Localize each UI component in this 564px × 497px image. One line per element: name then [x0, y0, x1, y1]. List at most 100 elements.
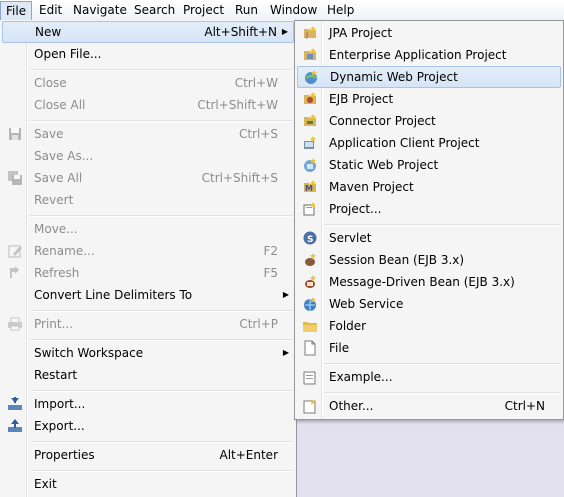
separator [30, 470, 293, 472]
menu-item-switch-workspace[interactable]: Switch Workspace ▶ [2, 342, 294, 364]
example-icon [302, 369, 318, 385]
menu-item-label: Save All [34, 171, 83, 185]
shortcut-label: Alt+Enter [219, 448, 278, 462]
menu-window[interactable]: Window [265, 0, 322, 20]
menu-item-label: Move... [34, 222, 78, 236]
menu-item-import[interactable]: Import... [2, 393, 294, 415]
project-icon [302, 201, 318, 217]
menu-run[interactable]: Run [230, 0, 263, 20]
menu-item-refresh[interactable]: Refresh F5 [2, 262, 294, 284]
export-icon [7, 418, 23, 434]
menu-item-rename[interactable]: Rename... F2 [2, 240, 294, 262]
menu-item-save-all[interactable]: Save All Ctrl+Shift+S [2, 167, 294, 189]
session-bean-icon [302, 252, 318, 268]
connector-project-icon [302, 113, 318, 129]
menu-item-label: Rename... [34, 244, 95, 258]
menu-item-restart[interactable]: Restart [2, 364, 294, 386]
submenu-item-other[interactable]: Other... Ctrl+N [297, 395, 561, 417]
menu-item-properties[interactable]: Properties Alt+Enter [2, 444, 294, 466]
menu-item-print[interactable]: Print... Ctrl+P [2, 313, 294, 335]
submenu-item-connector-project[interactable]: Connector Project [297, 110, 561, 132]
folder-icon [302, 318, 318, 334]
shortcut-label: Ctrl+Shift+S [201, 171, 278, 185]
menu-item-label: Import... [34, 397, 86, 411]
servlet-icon: S [302, 230, 318, 246]
menu-item-export[interactable]: Export... [2, 415, 294, 437]
submenu-item-jpa-project[interactable]: J JPA Project [297, 22, 561, 44]
menu-file[interactable]: File [0, 1, 33, 21]
submenu-item-application-client-project[interactable]: Application Client Project [297, 132, 561, 154]
menu-item-label: EJB Project [329, 92, 394, 106]
submenu-item-maven-project[interactable]: M Maven Project [297, 176, 561, 198]
submenu-item-project[interactable]: Project... [297, 198, 561, 220]
editor-background [296, 419, 564, 497]
menu-item-label: Web Service [329, 297, 404, 311]
dynamic-web-project-icon [303, 69, 319, 85]
menu-item-save-as[interactable]: Save As... [2, 145, 294, 167]
menu-bar: File Edit Navigate Search Project Run Wi… [0, 0, 564, 21]
shortcut-label: Ctrl+Shift+W [197, 98, 278, 112]
separator [30, 339, 293, 341]
separator [325, 363, 560, 365]
menu-navigate[interactable]: Navigate [68, 0, 132, 20]
shortcut-label: Ctrl+P [239, 317, 278, 331]
menu-item-close[interactable]: Close Ctrl+W [2, 72, 294, 94]
menu-item-label: Print... [34, 317, 74, 331]
save-icon [7, 126, 23, 142]
menu-item-open-file[interactable]: Open File... [2, 43, 294, 65]
menu-item-label: Save [34, 127, 64, 141]
separator [30, 390, 293, 392]
submenu-item-ejb-project[interactable]: EJB Project [297, 88, 561, 110]
submenu-item-message-driven-bean[interactable]: Message-Driven Bean (EJB 3.x) [297, 271, 561, 293]
menu-item-label: Close All [34, 98, 86, 112]
menu-item-label: Switch Workspace [34, 346, 144, 360]
separator [325, 392, 560, 394]
svg-text:M: M [305, 184, 313, 193]
jpa-project-icon: J [302, 25, 318, 41]
menu-item-convert-line-delimiters[interactable]: Convert Line Delimiters To ▶ [2, 284, 294, 306]
submenu-item-enterprise-application-project[interactable]: Enterprise Application Project [297, 44, 561, 66]
menu-item-move[interactable]: Move... [2, 218, 294, 240]
menu-item-label: Session Bean (EJB 3.x) [329, 253, 465, 267]
submenu-item-servlet[interactable]: S Servlet [297, 227, 561, 249]
menu-item-label: Project... [329, 202, 382, 216]
submenu-item-static-web-project[interactable]: Static Web Project [297, 154, 561, 176]
menu-item-label: Maven Project [329, 180, 414, 194]
submenu-arrow-icon: ▶ [282, 290, 289, 299]
menu-project[interactable]: Project [178, 0, 229, 20]
menu-help[interactable]: Help [322, 0, 359, 20]
menu-item-save[interactable]: Save Ctrl+S [2, 123, 294, 145]
menu-item-label: Static Web Project [329, 158, 439, 172]
submenu-item-folder[interactable]: Folder [297, 315, 561, 337]
submenu-item-dynamic-web-project[interactable]: Dynamic Web Project [297, 66, 561, 88]
submenu-item-example[interactable]: Example... [297, 366, 561, 388]
menu-item-close-all[interactable]: Close All Ctrl+Shift+W [2, 94, 294, 116]
menu-item-label: Revert [34, 193, 74, 207]
separator [30, 215, 293, 217]
submenu-item-session-bean[interactable]: Session Bean (EJB 3.x) [297, 249, 561, 271]
maven-project-icon: M [302, 179, 318, 195]
other-wizard-icon [302, 398, 318, 414]
submenu-item-web-service[interactable]: Web Service [297, 293, 561, 315]
shortcut-label: Ctrl+S [238, 127, 278, 141]
shortcut-label: F5 [263, 266, 278, 280]
submenu-arrow-icon: ▶ [281, 27, 288, 36]
menu-item-label: Example... [329, 370, 393, 384]
menu-edit[interactable]: Edit [34, 0, 67, 20]
menu-item-label: Folder [329, 319, 367, 333]
web-service-icon [302, 296, 318, 312]
separator [325, 224, 560, 226]
separator [30, 120, 293, 122]
menu-item-label: File [329, 341, 350, 355]
import-icon [7, 396, 23, 412]
menu-item-label: Exit [34, 477, 57, 491]
menu-search[interactable]: Search [129, 0, 180, 20]
menu-item-revert[interactable]: Revert [2, 189, 294, 211]
application-client-icon [302, 135, 318, 151]
menu-item-label: Connector Project [329, 114, 436, 128]
menu-item-label: Other... [329, 399, 374, 413]
submenu-item-file[interactable]: File [297, 337, 561, 359]
menu-item-new[interactable]: New Alt+Shift+N ▶ [2, 21, 294, 43]
menu-item-label: Export... [34, 419, 85, 433]
menu-item-exit[interactable]: Exit [2, 473, 294, 495]
